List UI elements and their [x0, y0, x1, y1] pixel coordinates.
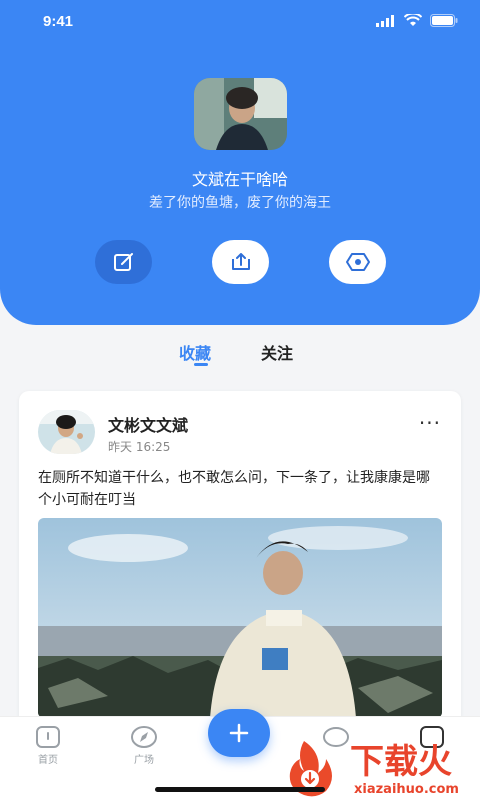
post-card[interactable]: 文彬文文斌 昨天 16:25 ··· 在厕所不知道干什么，也不敢怎么问，下一条了…	[19, 391, 461, 731]
profile-avatar[interactable]	[194, 78, 287, 150]
plus-icon	[229, 723, 249, 743]
profile-bio: 差了你的鱼塘，废了你的海王	[149, 195, 331, 211]
tabbar-plaza[interactable]: 广场	[114, 725, 174, 766]
tabbar-home-label: 首页	[38, 755, 58, 766]
share-button[interactable]	[212, 240, 269, 284]
status-icons	[376, 14, 458, 27]
tab-favorites[interactable]: 收藏	[179, 340, 211, 364]
more-icon[interactable]: ···	[419, 411, 441, 435]
post-photo[interactable]	[38, 518, 442, 718]
signal-icon	[376, 14, 394, 27]
post-author[interactable]: 文彬文文斌	[108, 412, 188, 436]
edit-profile-button[interactable]	[95, 240, 152, 284]
watermark-text: 下载火	[350, 742, 452, 782]
tab-active-indicator	[194, 363, 208, 366]
tab-following[interactable]: 关注	[261, 340, 293, 364]
home-indicator	[155, 787, 325, 792]
post-time: 昨天 16:25	[108, 440, 171, 454]
author-avatar[interactable]	[38, 410, 95, 454]
tabbar-plaza-label: 广场	[134, 755, 154, 766]
post-text: 在厕所不知道干什么，也不敢怎么问，下一条了，让我康康是哪个小可耐在叮当	[38, 470, 430, 508]
watermark-url: xiazaihuo.com	[354, 782, 459, 797]
profile-header: 9:41 文斌在干啥哈 差了你的鱼塘，废了你的海王	[0, 0, 480, 325]
status-time: 9:41	[43, 13, 74, 30]
content-tabs: 收藏 关注	[0, 340, 480, 370]
tabbar-home[interactable]: 首页	[18, 725, 78, 766]
edit-icon	[113, 253, 133, 271]
home-icon	[36, 726, 60, 748]
create-post-button[interactable]	[208, 709, 270, 757]
share-icon	[231, 253, 250, 270]
status-bar: 9:41	[0, 0, 480, 44]
wifi-icon	[404, 14, 422, 26]
battery-icon	[430, 14, 458, 27]
compass-icon	[131, 726, 157, 748]
eye-icon	[345, 253, 370, 271]
profile-name: 文斌在干啥哈	[191, 170, 288, 189]
view-button[interactable]	[329, 240, 386, 284]
